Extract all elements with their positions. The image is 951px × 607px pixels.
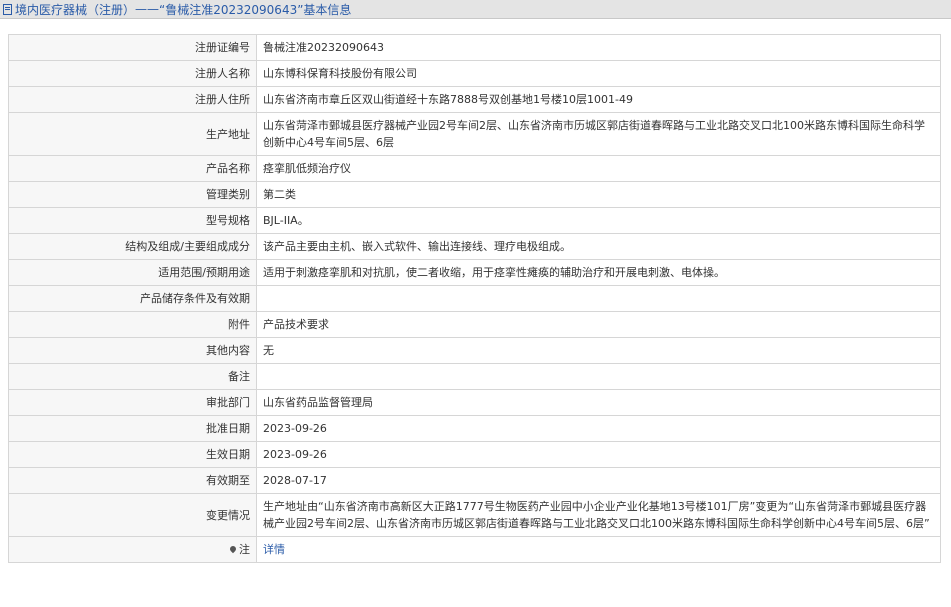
table-row: 生效日期 2023-09-26 [8, 441, 941, 468]
row-value: 2028-07-17 [256, 467, 941, 494]
table-row: 注册人住所 山东省济南市章丘区双山街道经十东路7888号双创基地1号楼10层100… [8, 86, 941, 113]
row-value: 适用于刺激痉挛肌和对抗肌，使二者收缩，用于痉挛性瘫痪的辅助治疗和开展电刺激、电体… [256, 259, 941, 286]
breadcrumb-section: 境内医疗器械（注册） [15, 2, 136, 17]
row-label: 备注 [8, 363, 257, 390]
row-value: 第二类 [256, 181, 941, 208]
detail-table: 注册证编号 鲁械注准20232090643 注册人名称 山东博科保育科技股份有限公司… [8, 34, 941, 563]
row-value: 生产地址由“山东省济南市高新区大正路1777号生物医药产业园中小企业产业化基地1… [256, 493, 941, 537]
table-row: 其他内容无 [8, 337, 941, 364]
row-value [256, 363, 941, 390]
table-row: 有效期至 2028-07-17 [8, 467, 941, 494]
row-value: 2023-09-26 [256, 415, 941, 442]
row-value: 山东省菏泽市鄄城县医疗器械产业园2号车间2层、山东省济南市历城区郭店街道春晖路与… [256, 112, 941, 156]
table-row: 产品名称 痉挛肌低频治疗仪 [8, 155, 941, 182]
row-label: 产品名称 [8, 155, 257, 182]
row-value: BJL-IIA。 [256, 207, 941, 234]
table-row: 注册证编号 鲁械注准20232090643 [8, 34, 941, 61]
detail-panel: 注册证编号 鲁械注准20232090643 注册人名称 山东博科保育科技股份有限公司… [8, 34, 941, 563]
table-row: 批准日期 2023-09-26 [8, 415, 941, 442]
table-row: 结构及组成/主要组成成分 该产品主要由主机、嵌入式软件、输出连接线、理疗电极组成。 [8, 233, 941, 260]
row-label: 注册人住所 [8, 86, 257, 113]
row-label: 管理类别 [8, 181, 257, 208]
note-value-cell: 详情 [256, 536, 941, 563]
table-row: 备注 [8, 363, 941, 390]
row-value: 产品技术要求 [256, 311, 941, 338]
row-label: 型号规格 [8, 207, 257, 234]
table-row: 型号规格 BJL-IIA。 [8, 207, 941, 234]
row-label: 有效期至 [8, 467, 257, 494]
row-value: 鲁械注准20232090643 [256, 34, 941, 61]
row-value: 无 [256, 337, 941, 364]
row-label: 审批部门 [8, 389, 257, 416]
row-label: 产品储存条件及有效期 [8, 285, 257, 312]
table-row: 附件 产品技术要求 [8, 311, 941, 338]
table-row: 审批部门 山东省药品监督管理局 [8, 389, 941, 416]
row-label: 结构及组成/主要组成成分 [8, 233, 257, 260]
row-label: 生效日期 [8, 441, 257, 468]
table-row: 注册人名称 山东博科保育科技股份有限公司 [8, 60, 941, 87]
row-value: 该产品主要由主机、嵌入式软件、输出连接线、理疗电极组成。 [256, 233, 941, 260]
record-title: “鲁械注准20232090643”基本信息 [159, 2, 352, 17]
row-value: 2023-09-26 [256, 441, 941, 468]
row-label: 其他内容 [8, 337, 257, 364]
row-label: 附件 [8, 311, 257, 338]
breadcrumb-separator: —— [135, 2, 160, 16]
pin-icon [228, 544, 238, 554]
row-label: 变更情况 [8, 493, 257, 537]
note-label-cell: 注 [8, 536, 257, 563]
table-row: 管理类别 第二类 [8, 181, 941, 208]
document-icon [3, 3, 12, 15]
row-value: 痉挛肌低频治疗仪 [256, 155, 941, 182]
details-link[interactable]: 详情 [263, 543, 285, 556]
table-row: 适用范围/预期用途 适用于刺激痉挛肌和对抗肌，使二者收缩，用于痉挛性瘫痪的辅助治疗… [8, 259, 941, 286]
note-row: 注 详情 [8, 536, 941, 563]
table-row: 生产地址 山东省菏泽市鄄城县医疗器械产业园2号车间2层、山东省济南市历城区郭店街道… [8, 112, 941, 156]
row-label: 注册证编号 [8, 34, 257, 61]
table-row: 变更情况 生产地址由“山东省济南市高新区大正路1777号生物医药产业园中小企业产业… [8, 493, 941, 537]
row-value: 山东博科保育科技股份有限公司 [256, 60, 941, 87]
row-label: 适用范围/预期用途 [8, 259, 257, 286]
row-value [256, 285, 941, 312]
table-row: 产品储存条件及有效期 [8, 285, 941, 312]
row-value: 山东省济南市章丘区双山街道经十东路7888号双创基地1号楼10层1001-49 [256, 86, 941, 113]
row-label: 生产地址 [8, 112, 257, 156]
note-label: 注 [239, 543, 250, 556]
row-label: 注册人名称 [8, 60, 257, 87]
page-title-bar: 境内医疗器械（注册） —— “鲁械注准20232090643”基本信息 [0, 0, 951, 19]
row-label: 批准日期 [8, 415, 257, 442]
row-value: 山东省药品监督管理局 [256, 389, 941, 416]
